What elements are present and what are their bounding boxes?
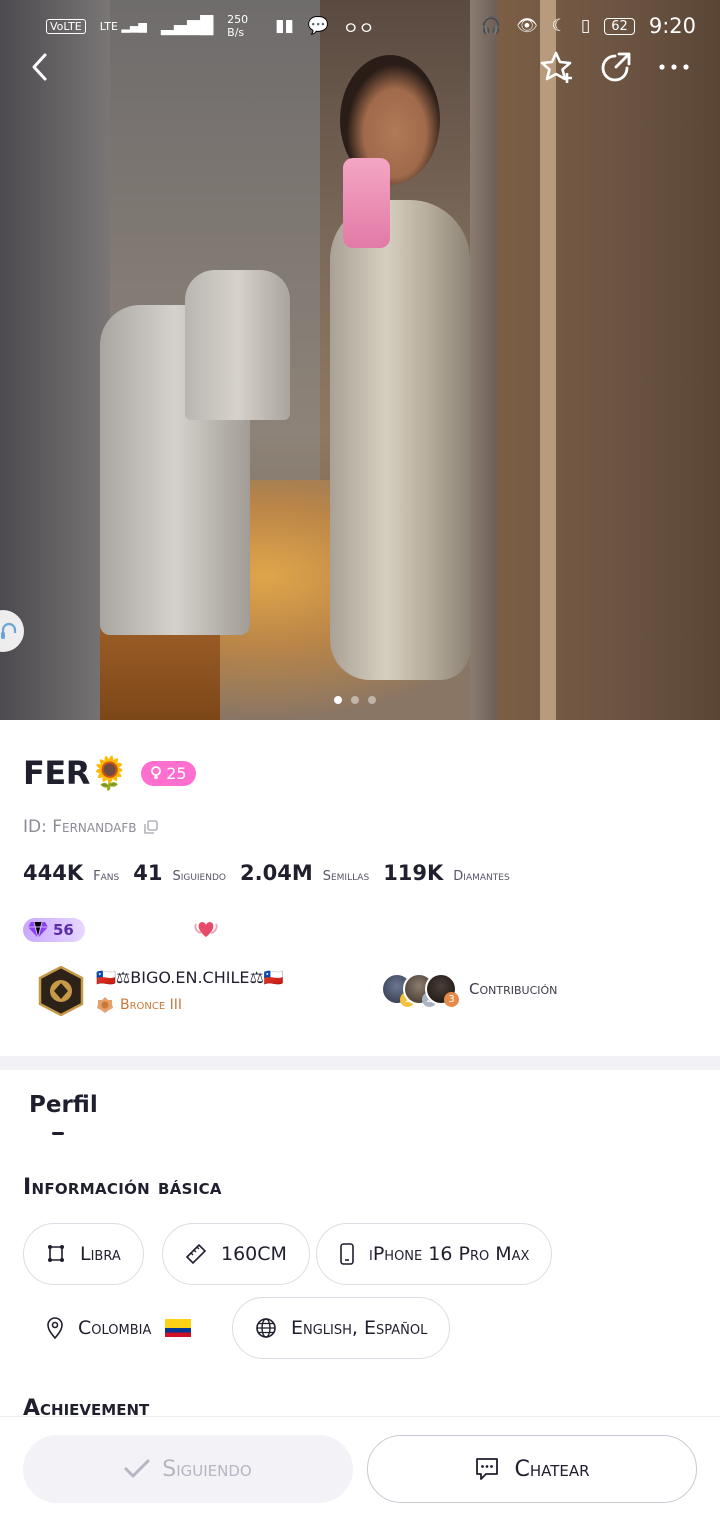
level-badge: 25 [141,760,196,786]
carousel-dot [351,696,359,704]
top-action-bar [0,45,720,89]
family-name: 🇨🇱⚖BIGO.EN.CHILE⚖🇨🇱 [96,968,284,987]
globe-icon [256,1318,276,1338]
languages-chip: English, Español [232,1297,451,1359]
following-label: Siguiendo [172,869,226,884]
photo-region [330,200,470,680]
vibrate-icon: ▯ [580,16,591,36]
following-label: Siguiendo [162,1456,252,1482]
more-options-button[interactable] [652,45,696,89]
rank-badge: 3 [444,992,459,1007]
country-chip: Colombia [23,1297,215,1359]
seeds-count[interactable]: 2.04M [240,861,313,885]
photo-region [540,0,556,720]
vip-level: 56 [53,921,74,939]
photo-region [0,0,110,720]
clock: 9:20 [648,14,696,38]
carousel-dot [368,696,376,704]
photo-region [470,0,720,720]
contributor-avatar: 3 [425,973,459,1007]
location-pin-icon [47,1317,63,1339]
heart-wings-icon[interactable] [193,916,219,944]
carousel-dot [334,696,342,704]
chart-icon: ▮▮ [275,16,294,36]
colombia-flag-icon [165,1319,192,1337]
battery-icon: 62 [604,17,635,35]
profile-info: FER🌻 25 ID: Fernandafb 444K Fans 41 Sigu… [0,720,720,1056]
star-plus-icon [540,51,572,83]
profile-name: FER🌻 [23,754,130,792]
seeds-label: Semillas [322,869,370,884]
achievement-title: Achievement [23,1396,150,1416]
zodiac-icon [48,1245,64,1262]
family-emblem-icon [38,966,84,1016]
level-value: 25 [166,763,187,783]
name-row: FER🌻 25 [23,754,196,792]
fans-label: Fans [93,869,120,884]
tab-indicator [52,1132,64,1135]
zodiac-label: Libra [80,1243,121,1265]
moon-icon: ☾ [551,16,567,36]
vip-badge[interactable]: 56 [23,918,85,942]
more-icon [659,64,689,70]
net-speed: 250 B/s [227,13,249,39]
profile-photo-carousel[interactable]: VoLTE LTE ▂▄▆ ▂▄▆█ 250 B/s ▮▮ 💬 ㅇㅇ 🎧 👁 ☾… [0,0,720,720]
bottom-action-bar: Siguiendo Chatear [0,1416,720,1520]
profile-details: Perfil Información básica Libra 160CM iP… [0,1070,720,1416]
height-label: 160CM [221,1243,287,1265]
back-button[interactable] [18,45,62,89]
chevron-left-icon [32,53,47,81]
badges-row: 56 [23,916,219,944]
share-icon [601,52,631,82]
lte-signal-icon: LTE ▂▄▆ [99,19,147,33]
tab-perfil[interactable]: Perfil [29,1092,98,1118]
diamond-icon [28,921,48,939]
gender-female-icon [151,766,162,779]
copy-icon[interactable] [144,820,159,834]
device-chip: iPhone 16 Pro Max [316,1223,553,1285]
family-rank-label: Bronce III [120,997,183,1013]
device-label: iPhone 16 Pro Max [369,1243,530,1265]
chat-icon: 💬 [307,16,330,36]
ruler-icon [185,1243,207,1265]
photo-region [343,158,390,248]
basic-info-title: Información básica [23,1175,222,1200]
languages-label: English, Español [291,1317,428,1339]
headset-icon [1,622,17,639]
eye-icon: 👁 [516,16,538,36]
height-chip: 160CM [162,1223,310,1285]
contribution-label: Contribución [469,980,558,998]
headphones-icon: 🎧 [480,16,503,36]
photo-region [185,270,290,420]
diamonds-label: Diamantes [453,869,510,884]
chat-button[interactable]: Chatear [367,1435,697,1503]
family-rank: Bronce III [96,996,182,1014]
section-divider [0,1056,720,1070]
zodiac-chip: Libra [23,1223,144,1285]
carousel-indicator [334,696,376,704]
chat-bubble-icon [476,1458,499,1480]
voicemail-icon: ㅇㅇ [343,18,375,39]
following-count[interactable]: 41 [133,861,162,885]
user-id-row[interactable]: ID: Fernandafb [23,817,159,837]
stats-row: 444K Fans 41 Siguiendo 2.04M Semillas 11… [23,861,514,885]
chat-label: Chatear [514,1456,590,1482]
country-label: Colombia [78,1317,152,1339]
phone-icon [340,1243,354,1265]
volte-badge: VoLTE [46,18,86,34]
contribution-ranking[interactable]: 1 2 3 Contribución [381,973,558,1007]
diamonds-count[interactable]: 119K [383,861,443,885]
rank-medal-icon [97,997,113,1013]
following-button[interactable]: Siguiendo [23,1435,353,1503]
share-button[interactable] [594,45,638,89]
signal-icon: ▂▄▆█ [160,16,214,36]
fans-count[interactable]: 444K [23,861,83,885]
user-id: ID: Fernandafb [23,817,137,837]
favorite-button[interactable] [535,45,579,89]
family-row[interactable]: 🇨🇱⚖BIGO.EN.CHILE⚖🇨🇱 Bronce III 1 2 3 Con… [38,964,688,1018]
check-icon [124,1459,150,1478]
